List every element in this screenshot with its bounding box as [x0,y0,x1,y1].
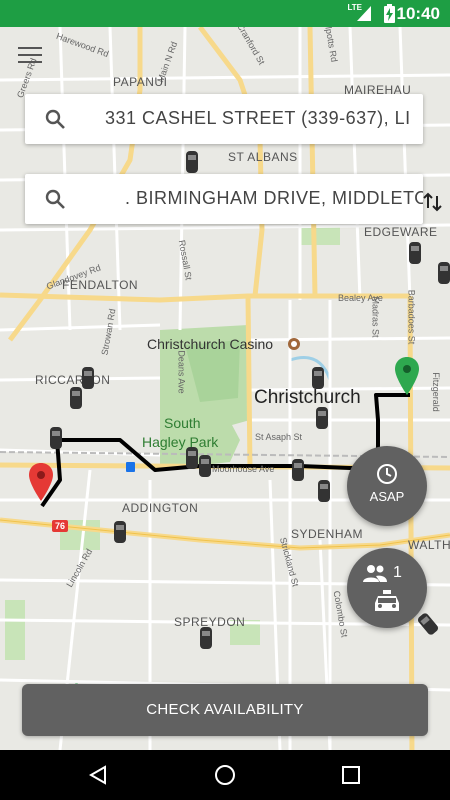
check-availability-button[interactable]: CHECK AVAILABILITY [22,684,428,736]
recents-icon[interactable] [342,766,360,784]
map-label-city: Christchurch [254,387,361,408]
map-label: PAPANUI [113,75,168,89]
map-label: Deans Ave [176,350,187,394]
map-label: St Asaph St [255,432,303,442]
map-label: Fitzgerald [430,372,441,412]
schedule-time-button[interactable]: ASAP [347,446,427,526]
map-label-casino: Christchurch Casino [147,336,274,352]
highway-shield-label: 76 [55,521,66,531]
people-icon [363,565,387,582]
taxi-marker[interactable] [438,262,450,284]
taxi-marker[interactable] [114,521,126,543]
status-time: 10:40 [396,4,440,23]
pickup-address-value: 331 CASHEL STREET (339-637), LI [105,108,411,128]
map-label: Madras St [370,296,381,338]
swap-icon [423,192,442,212]
schedule-time-label: ASAP [369,489,405,504]
system-navigation-bar [0,750,450,800]
map-label: SYDENHAM [291,527,364,541]
taxi-marker[interactable] [409,242,421,264]
destination-search-field[interactable]: . BIRMINGHAM DRIVE, MIDDLETON [25,174,423,224]
map-label: EDGEWARE [364,225,438,239]
taxi-marker[interactable] [292,459,304,481]
signal-icon [357,6,371,21]
map-label: Moorhouse Ave [212,464,275,474]
map-label: FENDALTON [62,278,139,292]
map-label: RICCARTON [35,373,111,387]
search-icon [45,109,65,129]
status-bar: LTE 10:40 [0,0,450,27]
map-label-park: Hagley Park [142,434,219,450]
taxi-marker[interactable] [70,387,82,409]
passengers-button[interactable]: 1 [347,548,427,628]
taxi-marker[interactable] [316,407,328,429]
destination-pin-icon[interactable] [395,357,419,395]
taxi-marker[interactable] [199,455,211,477]
taxi-icon [375,590,399,611]
map-label: ST ALBANS [228,150,298,164]
home-icon[interactable] [214,764,236,786]
taxi-marker[interactable] [312,367,324,389]
pickup-pin-icon[interactable] [29,463,53,501]
map-label: WALTHAM [408,538,450,552]
menu-button[interactable] [18,47,42,65]
taxi-marker[interactable] [318,480,330,502]
taxi-marker[interactable] [186,151,198,173]
battery-icon [384,4,395,23]
taxi-marker[interactable] [50,427,62,449]
taxi-marker[interactable] [186,447,198,469]
transit-icon [126,462,135,472]
map-label: ADDINGTON [122,501,199,515]
pickup-search-field[interactable]: 331 CASHEL STREET (339-637), LI [25,94,423,144]
destination-address-value: . BIRMINGHAM DRIVE, MIDDLETON [125,188,423,208]
search-icon [45,189,65,209]
swap-addresses-button[interactable] [422,190,444,214]
taxi-marker[interactable] [200,627,212,649]
passenger-count: 1 [393,564,402,581]
back-icon[interactable] [88,765,108,785]
clock-icon [377,464,397,484]
menu-icon [18,47,42,49]
map-label: Barbadoes St [406,289,417,345]
taxi-marker[interactable] [82,367,94,389]
map-label-park: South [164,415,201,431]
